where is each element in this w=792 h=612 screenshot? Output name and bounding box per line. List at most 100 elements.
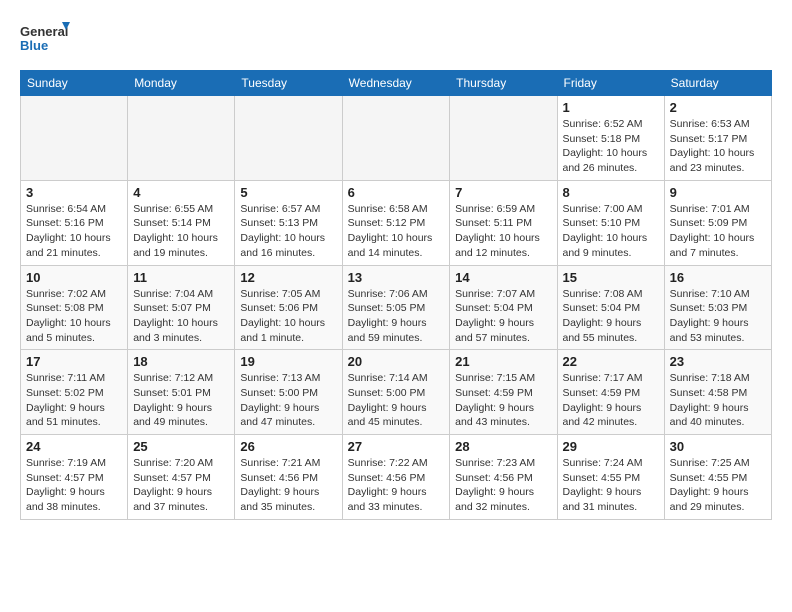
- calendar-cell: 7Sunrise: 6:59 AM Sunset: 5:11 PM Daylig…: [450, 180, 557, 265]
- day-number: 10: [26, 270, 122, 285]
- column-header-tuesday: Tuesday: [235, 71, 342, 96]
- day-number: 30: [670, 439, 766, 454]
- day-info: Sunrise: 7:05 AM Sunset: 5:06 PM Dayligh…: [240, 287, 336, 346]
- week-row-1: 1 Sunrise: 6:52 AM Sunset: 5:18 PM Daylig…: [21, 96, 772, 181]
- day-number: 25: [133, 439, 229, 454]
- calendar-cell: 26 Sunrise: 7:21 AM Sunset: 4:56 PM Dayli…: [235, 435, 342, 520]
- day-number: 12: [240, 270, 336, 285]
- calendar-cell: 30 Sunrise: 7:25 AM Sunset: 4:55 PM Dayli…: [664, 435, 771, 520]
- week-row-2: 3 Sunrise: 6:54 AM Sunset: 5:16 PM Daylig…: [21, 180, 772, 265]
- day-number: 2: [670, 100, 766, 115]
- calendar-cell: 11 Sunrise: 7:04 AM Sunset: 5:07 PM Dayli…: [128, 265, 235, 350]
- calendar-cell: 4 Sunrise: 6:55 AM Sunset: 5:14 PM Daylig…: [128, 180, 235, 265]
- day-number: 6: [348, 185, 445, 200]
- day-number: 28: [455, 439, 551, 454]
- day-info: Sunrise: 7:14 AM Sunset: 5:00 PM Dayligh…: [348, 371, 445, 430]
- calendar-cell: 24 Sunrise: 7:19 AM Sunset: 4:57 PM Dayli…: [21, 435, 128, 520]
- calendar-cell: 19Sunrise: 7:13 AM Sunset: 5:00 PM Dayli…: [235, 350, 342, 435]
- day-number: 11: [133, 270, 229, 285]
- day-info: Sunrise: 7:06 AM Sunset: 5:05 PM Dayligh…: [348, 287, 445, 346]
- day-number: 29: [563, 439, 659, 454]
- day-info: Sunrise: 7:10 AM Sunset: 5:03 PM Dayligh…: [670, 287, 766, 346]
- calendar-cell: 1 Sunrise: 6:52 AM Sunset: 5:18 PM Daylig…: [557, 96, 664, 181]
- day-number: 14: [455, 270, 551, 285]
- day-info: Sunrise: 7:04 AM Sunset: 5:07 PM Dayligh…: [133, 287, 229, 346]
- day-info: Sunrise: 6:53 AM Sunset: 5:17 PM Dayligh…: [670, 117, 766, 176]
- day-number: 13: [348, 270, 445, 285]
- day-number: 22: [563, 354, 659, 369]
- day-number: 23: [670, 354, 766, 369]
- calendar-cell: 13 Sunrise: 7:06 AM Sunset: 5:05 PM Dayli…: [342, 265, 450, 350]
- day-number: 16: [670, 270, 766, 285]
- calendar-cell: 12 Sunrise: 7:05 AM Sunset: 5:06 PM Dayli…: [235, 265, 342, 350]
- day-info: Sunrise: 7:07 AM Sunset: 5:04 PM Dayligh…: [455, 287, 551, 346]
- day-info: Sunrise: 6:55 AM Sunset: 5:14 PM Dayligh…: [133, 202, 229, 261]
- day-number: 9: [670, 185, 766, 200]
- calendar-cell: 20 Sunrise: 7:14 AM Sunset: 5:00 PM Dayli…: [342, 350, 450, 435]
- day-info: Sunrise: 7:23 AM Sunset: 4:56 PM Dayligh…: [455, 456, 551, 515]
- day-info: Sunrise: 6:57 AM Sunset: 5:13 PM Dayligh…: [240, 202, 336, 261]
- column-header-thursday: Thursday: [450, 71, 557, 96]
- calendar-cell: 15Sunrise: 7:08 AM Sunset: 5:04 PM Dayli…: [557, 265, 664, 350]
- day-number: 3: [26, 185, 122, 200]
- svg-text:Blue: Blue: [20, 38, 48, 53]
- day-info: Sunrise: 7:20 AM Sunset: 4:57 PM Dayligh…: [133, 456, 229, 515]
- calendar-cell: 17Sunrise: 7:11 AM Sunset: 5:02 PM Dayli…: [21, 350, 128, 435]
- day-info: Sunrise: 7:08 AM Sunset: 5:04 PM Dayligh…: [563, 287, 659, 346]
- calendar-cell: 10 Sunrise: 7:02 AM Sunset: 5:08 PM Dayli…: [21, 265, 128, 350]
- week-row-4: 17Sunrise: 7:11 AM Sunset: 5:02 PM Dayli…: [21, 350, 772, 435]
- logo: General Blue: [20, 20, 70, 60]
- day-number: 4: [133, 185, 229, 200]
- calendar-cell: 2 Sunrise: 6:53 AM Sunset: 5:17 PM Daylig…: [664, 96, 771, 181]
- column-header-friday: Friday: [557, 71, 664, 96]
- calendar-cell: [342, 96, 450, 181]
- page-header: General Blue: [20, 20, 772, 60]
- day-info: Sunrise: 6:54 AM Sunset: 5:16 PM Dayligh…: [26, 202, 122, 261]
- day-info: Sunrise: 6:52 AM Sunset: 5:18 PM Dayligh…: [563, 117, 659, 176]
- calendar-cell: [128, 96, 235, 181]
- column-header-wednesday: Wednesday: [342, 71, 450, 96]
- logo-svg: General Blue: [20, 20, 70, 60]
- day-info: Sunrise: 7:22 AM Sunset: 4:56 PM Dayligh…: [348, 456, 445, 515]
- svg-text:General: General: [20, 24, 68, 39]
- day-number: 26: [240, 439, 336, 454]
- calendar-cell: 9 Sunrise: 7:01 AM Sunset: 5:09 PM Daylig…: [664, 180, 771, 265]
- calendar-cell: 5 Sunrise: 6:57 AM Sunset: 5:13 PM Daylig…: [235, 180, 342, 265]
- day-info: Sunrise: 7:13 AM Sunset: 5:00 PM Dayligh…: [240, 371, 336, 430]
- calendar-cell: [235, 96, 342, 181]
- day-info: Sunrise: 7:00 AM Sunset: 5:10 PM Dayligh…: [563, 202, 659, 261]
- day-number: 21: [455, 354, 551, 369]
- day-number: 18: [133, 354, 229, 369]
- day-info: Sunrise: 7:15 AM Sunset: 4:59 PM Dayligh…: [455, 371, 551, 430]
- day-number: 5: [240, 185, 336, 200]
- calendar-cell: 16 Sunrise: 7:10 AM Sunset: 5:03 PM Dayli…: [664, 265, 771, 350]
- day-number: 20: [348, 354, 445, 369]
- day-info: Sunrise: 6:58 AM Sunset: 5:12 PM Dayligh…: [348, 202, 445, 261]
- day-number: 7: [455, 185, 551, 200]
- calendar-cell: 6 Sunrise: 6:58 AM Sunset: 5:12 PM Daylig…: [342, 180, 450, 265]
- day-info: Sunrise: 7:19 AM Sunset: 4:57 PM Dayligh…: [26, 456, 122, 515]
- calendar-cell: 29 Sunrise: 7:24 AM Sunset: 4:55 PM Dayli…: [557, 435, 664, 520]
- calendar-cell: 8Sunrise: 7:00 AM Sunset: 5:10 PM Daylig…: [557, 180, 664, 265]
- day-info: Sunrise: 7:25 AM Sunset: 4:55 PM Dayligh…: [670, 456, 766, 515]
- calendar-cell: 23 Sunrise: 7:18 AM Sunset: 4:58 PM Dayli…: [664, 350, 771, 435]
- day-info: Sunrise: 7:11 AM Sunset: 5:02 PM Dayligh…: [26, 371, 122, 430]
- day-number: 24: [26, 439, 122, 454]
- header-row: SundayMondayTuesdayWednesdayThursdayFrid…: [21, 71, 772, 96]
- column-header-sunday: Sunday: [21, 71, 128, 96]
- day-info: Sunrise: 7:02 AM Sunset: 5:08 PM Dayligh…: [26, 287, 122, 346]
- calendar-cell: 14 Sunrise: 7:07 AM Sunset: 5:04 PM Dayli…: [450, 265, 557, 350]
- calendar-cell: 25 Sunrise: 7:20 AM Sunset: 4:57 PM Dayli…: [128, 435, 235, 520]
- column-header-monday: Monday: [128, 71, 235, 96]
- calendar-cell: 28 Sunrise: 7:23 AM Sunset: 4:56 PM Dayli…: [450, 435, 557, 520]
- day-info: Sunrise: 7:17 AM Sunset: 4:59 PM Dayligh…: [563, 371, 659, 430]
- day-number: 1: [563, 100, 659, 115]
- day-info: Sunrise: 7:21 AM Sunset: 4:56 PM Dayligh…: [240, 456, 336, 515]
- day-info: Sunrise: 7:01 AM Sunset: 5:09 PM Dayligh…: [670, 202, 766, 261]
- day-info: Sunrise: 7:24 AM Sunset: 4:55 PM Dayligh…: [563, 456, 659, 515]
- calendar-cell: [450, 96, 557, 181]
- day-info: Sunrise: 7:12 AM Sunset: 5:01 PM Dayligh…: [133, 371, 229, 430]
- calendar-cell: 22 Sunrise: 7:17 AM Sunset: 4:59 PM Dayli…: [557, 350, 664, 435]
- day-info: Sunrise: 7:18 AM Sunset: 4:58 PM Dayligh…: [670, 371, 766, 430]
- calendar-cell: 27Sunrise: 7:22 AM Sunset: 4:56 PM Dayli…: [342, 435, 450, 520]
